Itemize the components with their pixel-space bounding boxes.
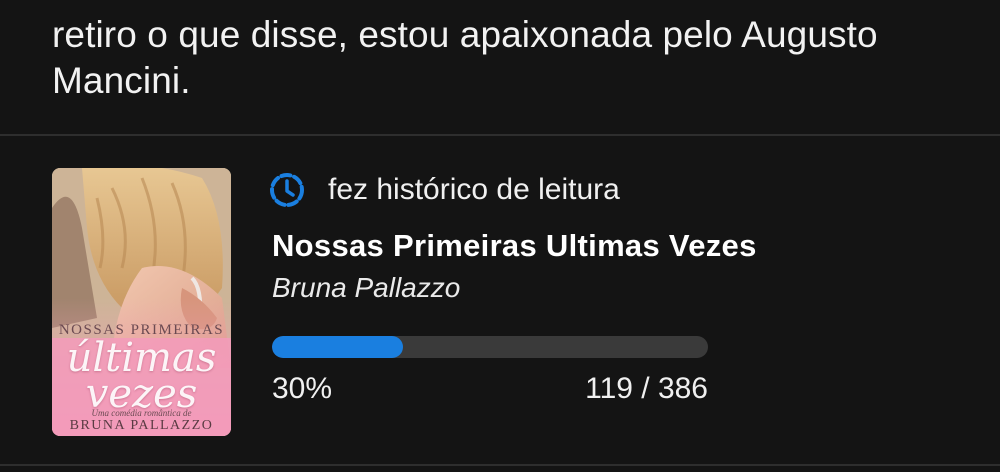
divider [0,464,1000,466]
book-cover[interactable]: NOSSAS PRIMEIRAS últimas vezes Uma coméd… [52,168,231,436]
activity-label: fez histórico de leitura [328,173,620,206]
progress-percent: 30% [272,372,333,405]
reading-progress-bar [272,336,708,358]
divider [0,134,1000,136]
book-author[interactable]: Bruna Pallazzo [272,272,460,304]
cover-author: BRUNA PALLAZZO [69,418,214,433]
activity-row: fez histórico de leitura [268,170,620,210]
history-icon [268,171,306,209]
reading-progress-fill [272,336,403,358]
progress-pages: 119 / 386 [585,372,708,405]
post-text: retiro o que disse, estou apaixonada pel… [52,14,878,101]
book-title[interactable]: Nossas Primeiras Ultimas Vezes [272,228,757,264]
cover-script-title: últimas vezes [66,335,217,417]
cover-tagline: Uma comédia romântica de [91,408,192,418]
